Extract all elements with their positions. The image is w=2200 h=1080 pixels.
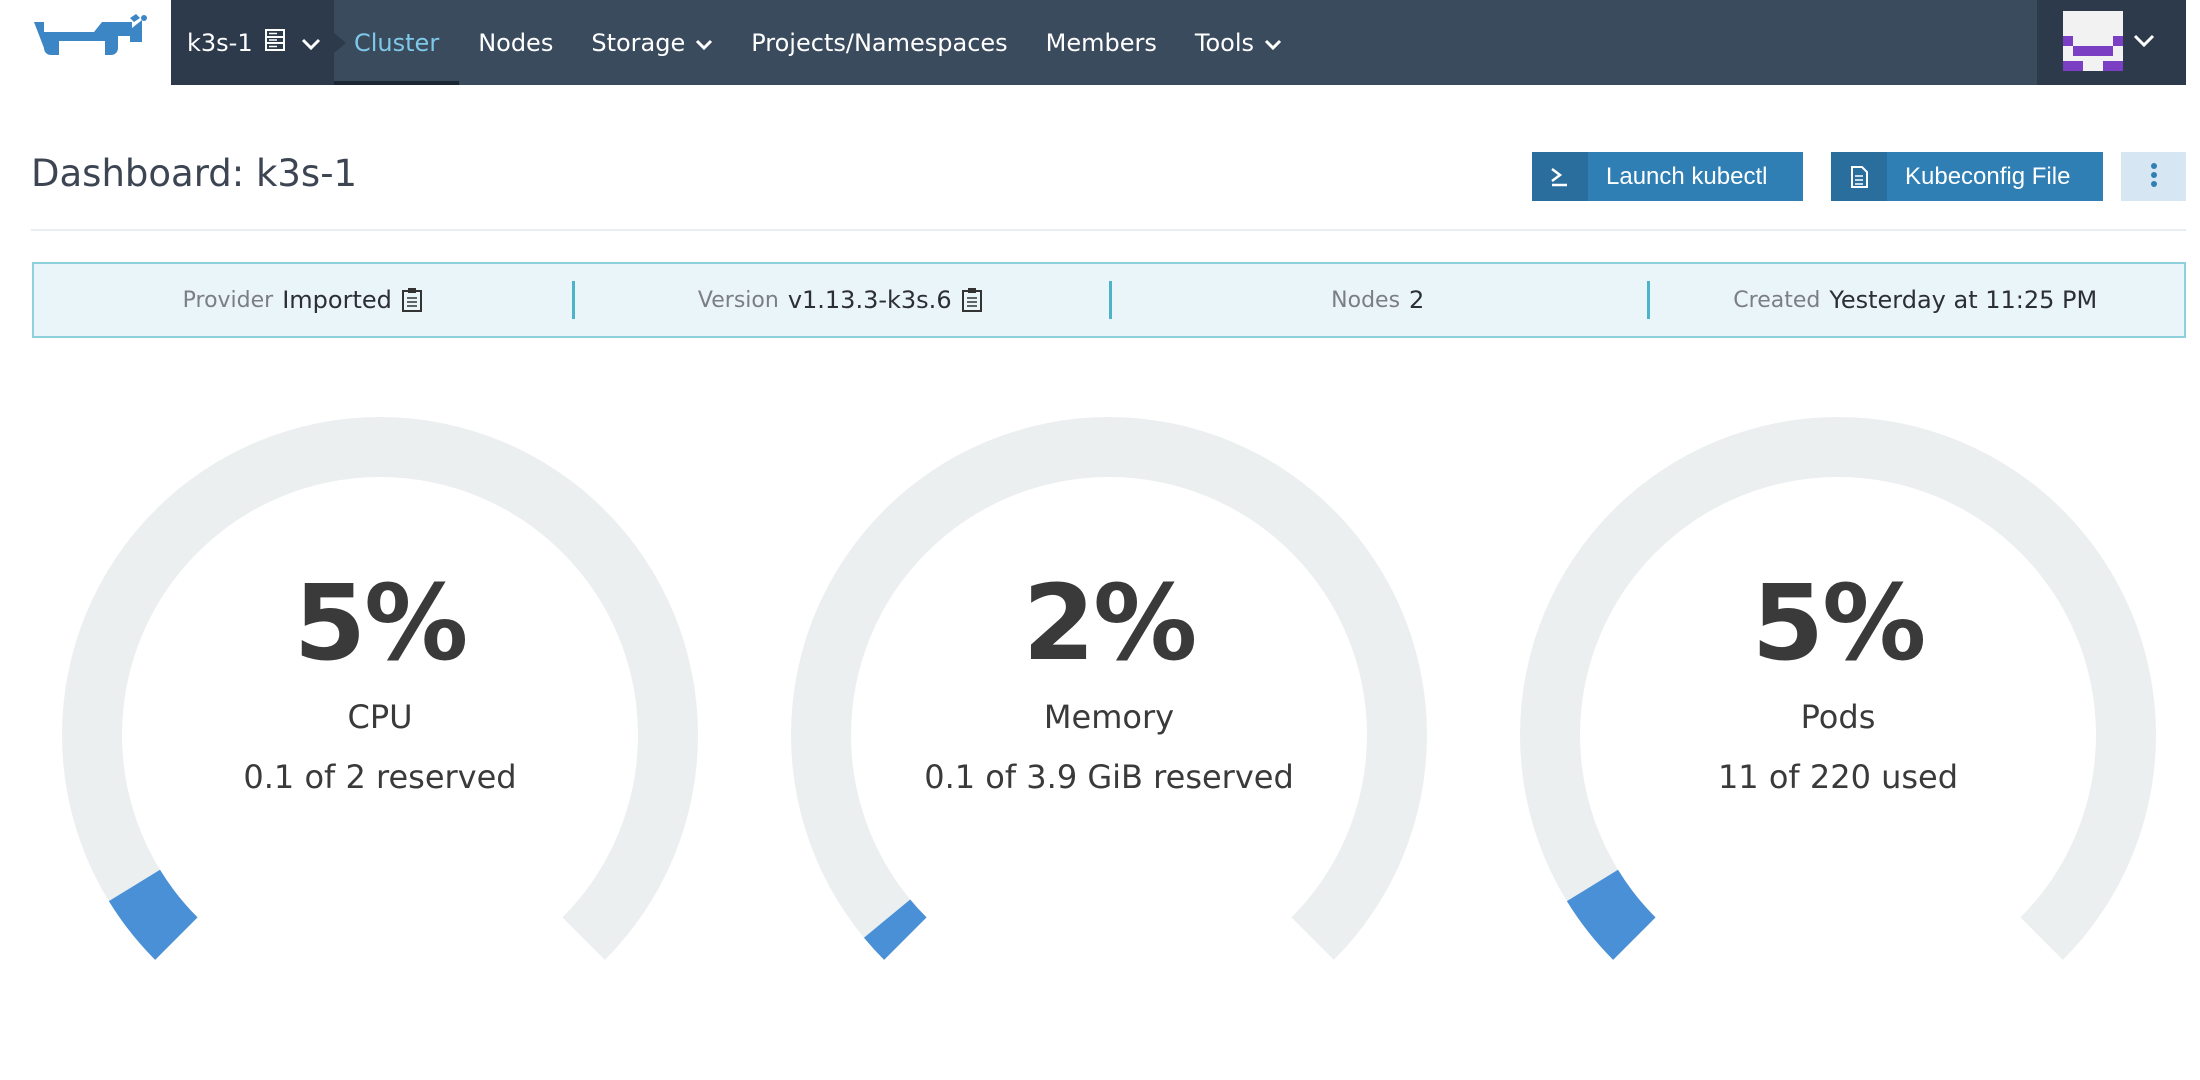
more-actions-button[interactable]: [2121, 152, 2186, 201]
nav-menu: Cluster Nodes Storage Projects/Namespace…: [334, 0, 1301, 85]
cpu-gauge: 5% CPU 0.1 of 2 reserved: [50, 410, 710, 970]
cpu-detail: 0.1 of 2 reserved: [243, 758, 517, 796]
version-info: Version v1.13.3-k3s.6: [571, 264, 1110, 336]
created-info: Created Yesterday at 11:25 PM: [1646, 264, 2185, 336]
version-value: v1.13.3-k3s.6: [787, 286, 952, 314]
nav-nodes[interactable]: Nodes: [459, 0, 572, 85]
nav-nodes-label: Nodes: [478, 28, 554, 57]
user-menu[interactable]: [2037, 0, 2186, 85]
cluster-name: k3s-1: [187, 28, 253, 57]
pods-gauge-arc: [1520, 417, 2156, 960]
cluster-switcher[interactable]: k3s-1: [171, 0, 346, 85]
nav-projects-namespaces[interactable]: Projects/Namespaces: [732, 0, 1026, 85]
top-navigation: k3s-1 Cluster Nodes Storage Projects/Nam…: [0, 0, 2200, 85]
nav-storage-label: Storage: [591, 28, 686, 57]
nav-members-label: Members: [1045, 28, 1157, 57]
nav-members[interactable]: Members: [1027, 0, 1176, 85]
kubeconfig-file-button[interactable]: Kubeconfig File: [1831, 152, 2103, 201]
created-value: Yesterday at 11:25 PM: [1829, 286, 2098, 314]
cpu-percent: 5%: [293, 562, 469, 684]
chevron-down-icon: [301, 29, 321, 57]
chevron-down-icon: [695, 29, 713, 57]
copy-icon[interactable]: [401, 287, 423, 313]
pods-gauge: 5% Pods 11 of 220 used: [1508, 410, 2168, 970]
memory-gauge: 2% Memory 0.1 of 3.9 GiB reserved: [779, 410, 1439, 970]
rancher-logo[interactable]: [0, 0, 171, 85]
memory-gauge-arc: [791, 417, 1427, 960]
cpu-gauge-arc: [62, 417, 699, 960]
memory-percent: 2%: [1022, 562, 1198, 684]
pods-percent: 5%: [1751, 562, 1927, 684]
avatar: [2063, 10, 2123, 75]
nodes-label: Nodes: [1331, 287, 1401, 313]
kubeconfig-file-label: Kubeconfig File: [1905, 162, 2071, 190]
provider-info: Provider Imported: [34, 264, 572, 336]
chevron-down-icon: [2133, 33, 2155, 52]
copy-icon[interactable]: [961, 287, 983, 313]
nodes-value: 2: [1409, 286, 1425, 314]
memory-detail: 0.1 of 3.9 GiB reserved: [924, 758, 1294, 796]
server-icon: [264, 28, 285, 57]
launch-kubectl-button[interactable]: Launch kubectl: [1532, 152, 1803, 201]
pods-label: Pods: [1800, 698, 1876, 736]
nav-tools[interactable]: Tools: [1176, 0, 1301, 85]
header-divider: [31, 229, 2186, 231]
cpu-label: CPU: [347, 698, 413, 736]
vertical-ellipsis-icon: [2150, 162, 2158, 192]
launch-kubectl-label: Launch kubectl: [1606, 162, 1768, 190]
memory-gauge-track: [791, 417, 1427, 960]
nodes-info: Nodes 2: [1109, 264, 1647, 336]
nav-cluster[interactable]: Cluster: [334, 0, 460, 85]
nav-cluster-label: Cluster: [354, 28, 440, 57]
nav-tools-label: Tools: [1194, 28, 1255, 57]
terminal-icon: [1532, 152, 1588, 201]
nav-projects-label: Projects/Namespaces: [751, 28, 1008, 57]
rancher-logo-icon: [34, 14, 147, 55]
nav-storage[interactable]: Storage: [572, 0, 732, 85]
main-navbar: k3s-1 Cluster Nodes Storage Projects/Nam…: [171, 0, 2037, 85]
created-label: Created: [1733, 287, 1821, 313]
chevron-down-icon: [1264, 29, 1282, 57]
version-label: Version: [697, 287, 779, 313]
pods-detail: 11 of 220 used: [1717, 758, 1959, 796]
provider-label: Provider: [182, 287, 274, 313]
provider-value: Imported: [282, 286, 392, 314]
file-icon: [1831, 152, 1887, 201]
memory-label: Memory: [1043, 698, 1175, 736]
page-title: Dashboard: k3s-1: [31, 152, 358, 195]
cluster-info-bar: Provider Imported Version v1.13.3-k3s.6 …: [32, 262, 2186, 338]
